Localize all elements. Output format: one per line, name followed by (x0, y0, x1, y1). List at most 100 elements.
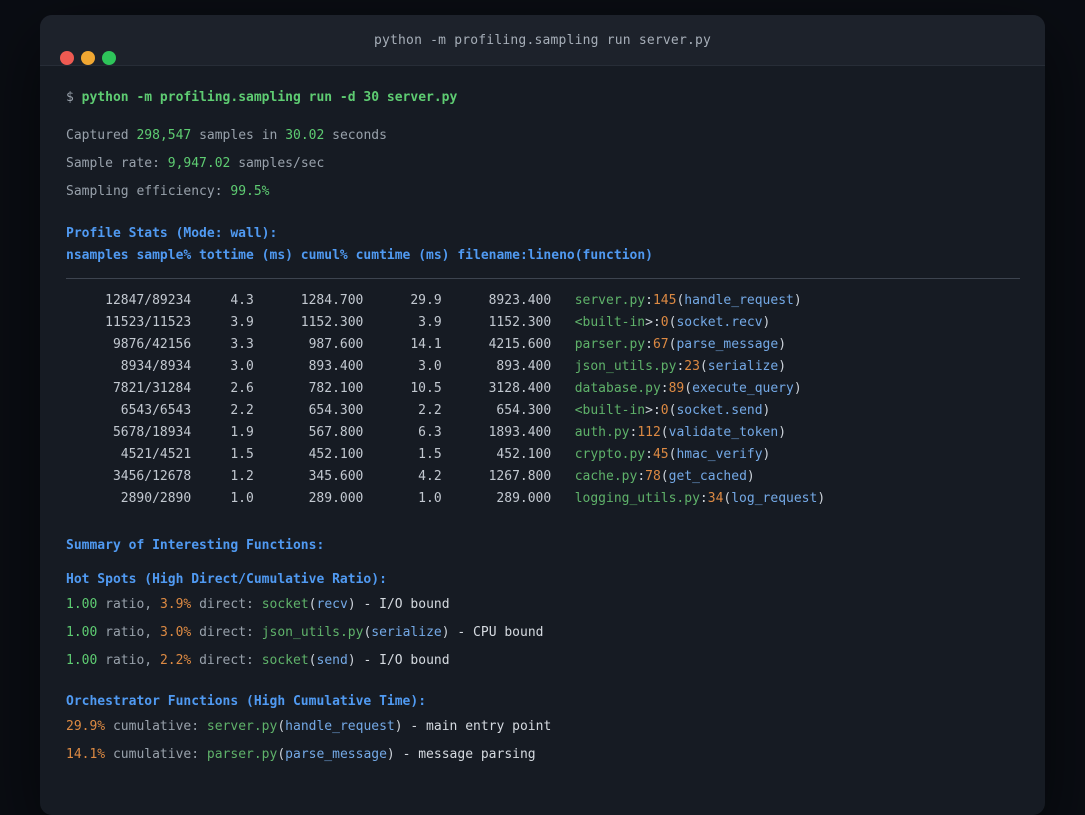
nsamples-cell: 3456/12678 (112, 469, 192, 484)
summary-heading: Summary of Interesting Functions: (66, 538, 325, 553)
table-row: 8934/8934 3.0 893.400 3.0 893.400 json_utils.… (66, 356, 1020, 378)
close-button[interactable] (60, 51, 74, 65)
sample-rate-label: Sample rate: (66, 156, 160, 171)
function-ref: database.py:89(execute_query) (575, 378, 802, 400)
efficiency-label: Sampling efficiency: (66, 184, 223, 199)
function-name: hmac_verify (676, 447, 763, 462)
filename: json_utils.py (261, 625, 364, 640)
direct-label: direct: (199, 597, 254, 612)
note-text: - I/O bound (363, 653, 450, 668)
open-paren: ( (308, 597, 317, 612)
ratio-label: ratio, (105, 653, 153, 668)
line-number: 0 (660, 315, 669, 330)
function-name: serialize (707, 359, 779, 374)
sample-pct-cell: 1.5 (230, 447, 254, 462)
open-paren: ( (660, 425, 669, 440)
function-name: validate_token (668, 425, 779, 440)
tottime-cell: 893.400 (308, 359, 364, 374)
cumulative-label: cumulative: (112, 719, 200, 734)
nsamples-cell: 11523/11523 (105, 315, 192, 330)
function-name: socket.recv (676, 315, 763, 330)
nsamples-cell: 8934/8934 (120, 359, 192, 374)
tottime-cell: 452.100 (308, 447, 364, 462)
table-row: 4521/4521 1.5 452.100 1.5 452.100 crypto.py:4… (66, 444, 1020, 466)
function-ref: server.py(handle_request) (207, 719, 403, 734)
command-text: python -m profiling.sampling run -d 30 s… (81, 90, 458, 105)
prompt-symbol: $ (66, 90, 74, 105)
line-number: 45 (652, 447, 669, 462)
function-name: parse_message (676, 337, 779, 352)
line-number: 34 (707, 491, 724, 506)
note-text: - main entry point (410, 719, 552, 734)
captured-line: Captured 298,547 samples in 30.02 second… (66, 122, 1020, 150)
line-number: 78 (645, 469, 661, 484)
traffic-lights (60, 51, 116, 65)
tottime-cell: 1284.700 (300, 293, 364, 308)
cumul-pct-cell: 29.9 (410, 293, 442, 308)
filename-suffix: > (645, 315, 653, 330)
sample-rate-suffix: samples/sec (238, 156, 325, 171)
function-name: get_cached (668, 469, 747, 484)
terminal-content: $ python -m profiling.sampling run -d 30… (40, 66, 1045, 769)
cumtime-cell: 893.400 (496, 359, 552, 374)
cumul-pct-cell: 14.1 (410, 337, 442, 352)
close-paren: ) (441, 625, 450, 640)
column-gap (551, 444, 574, 466)
captured-samples-value: 298,547 (136, 128, 192, 143)
cumulative-pct: 29.9% (66, 719, 106, 734)
cumul-pct-cell: 3.0 (418, 359, 442, 374)
filename: server.py (206, 719, 278, 734)
captured-suffix-label: seconds (332, 128, 387, 143)
function-ref: <built-in>:0(socket.recv) (575, 312, 771, 334)
cumtime-cell: 3128.400 (488, 381, 552, 396)
column-gap (551, 488, 574, 510)
titlebar: python -m profiling.sampling run server.… (40, 15, 1045, 66)
ratio-value: 1.00 (66, 597, 98, 612)
column-gap (551, 422, 574, 444)
note-text: - CPU bound (457, 625, 544, 640)
profile-stats-heading: Profile Stats (Mode: wall): (66, 226, 278, 241)
sample-pct-cell: 1.0 (230, 491, 254, 506)
close-paren: ) (394, 719, 403, 734)
sample-rate-line: Sample rate: 9,947.02 samples/sec (66, 150, 1020, 178)
sample-pct-cell: 3.0 (230, 359, 254, 374)
function-name: handle_request (684, 293, 794, 308)
sample-pct-cell: 1.9 (230, 425, 254, 440)
function-ref: socket(recv) (262, 597, 356, 612)
colon: : (645, 293, 653, 308)
close-paren: ) (793, 293, 802, 308)
minimize-button[interactable] (81, 51, 95, 65)
efficiency-line: Sampling efficiency: 99.5% (66, 178, 1020, 206)
filename: <built-in (574, 315, 646, 330)
orchestrator-list: 29.9% cumulative: server.py(handle_reque… (66, 713, 1020, 769)
cumtime-cell: 8923.400 (488, 293, 552, 308)
table-divider (66, 278, 1020, 279)
filename: parser.py (206, 747, 278, 762)
table-row: 2890/2890 1.0 289.000 1.0 289.000 logging_uti… (66, 488, 1020, 510)
zoom-button[interactable] (102, 51, 116, 65)
function-name: log_request (731, 491, 818, 506)
open-paren: ( (660, 469, 669, 484)
tottime-cell: 345.600 (308, 469, 364, 484)
filename: auth.py (574, 425, 630, 440)
tottime-cell: 567.800 (308, 425, 364, 440)
column-gap (551, 290, 574, 312)
function-ref: parser.py:67(parse_message) (575, 334, 786, 356)
close-paren: ) (762, 403, 771, 418)
function-ref: server.py:145(handle_request) (575, 290, 802, 312)
cumulative-label: cumulative: (112, 747, 200, 762)
line-number: 67 (652, 337, 669, 352)
column-gap (551, 334, 574, 356)
close-paren: ) (817, 491, 826, 506)
column-gap (551, 400, 574, 422)
line-number: 0 (660, 403, 669, 418)
cumul-pct-cell: 6.3 (418, 425, 442, 440)
cumul-pct-cell: 4.2 (418, 469, 442, 484)
sample-pct-cell: 2.2 (230, 403, 254, 418)
tottime-cell: 1152.300 (300, 315, 364, 330)
hot-spot-item: 1.00 ratio, 3.9% direct: socket(recv) - … (66, 591, 1020, 619)
close-paren: ) (762, 447, 771, 462)
sample-pct-cell: 2.6 (230, 381, 254, 396)
column-gap (551, 356, 574, 378)
captured-seconds-value: 30.02 (285, 128, 325, 143)
